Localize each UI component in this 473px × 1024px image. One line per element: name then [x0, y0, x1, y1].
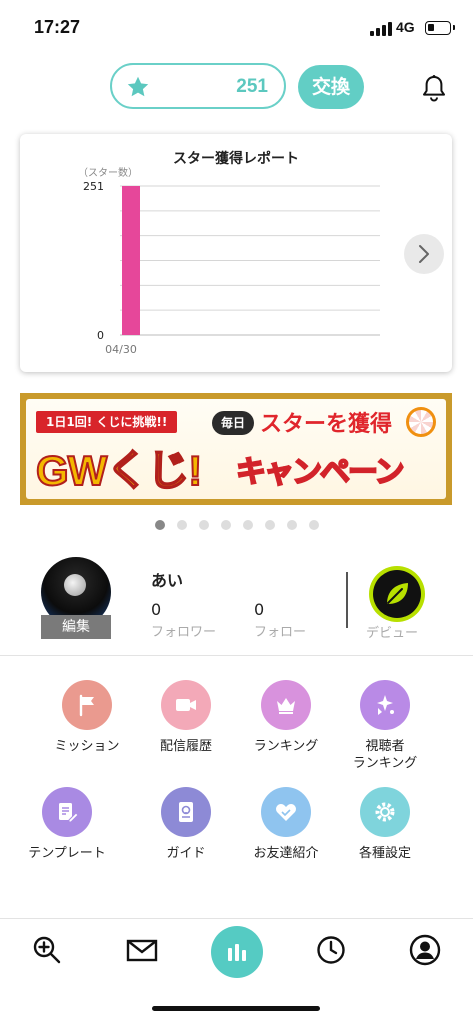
following-count: 0	[254, 600, 265, 619]
network-type: 4G	[396, 19, 415, 35]
section-divider	[0, 655, 473, 656]
menu-label: テンプレート	[28, 846, 106, 861]
crown-icon	[261, 680, 311, 730]
banner-gw-title: GWくじ!	[35, 446, 203, 495]
bar-chart-icon	[228, 944, 246, 961]
menu-mission[interactable]: ミッション	[32, 680, 142, 755]
x-tick-label: 04/30	[105, 343, 137, 356]
star-report-card: スター獲得レポート （スター数） 251 0 04/30	[20, 134, 452, 372]
y-tick-label: 251	[83, 180, 104, 193]
menu-guide[interactable]: ガイド	[131, 787, 241, 862]
mail-icon[interactable]	[126, 934, 158, 966]
following-stat[interactable]: 0 フォロー	[254, 600, 306, 640]
menu-label: ランキング	[253, 739, 319, 754]
leaf-icon	[387, 583, 408, 604]
video-camera-icon	[161, 680, 211, 730]
gw-lottery-banner[interactable]: 1日1回! くじに挑戦!! 毎日 スターを獲得 GWくじ! キャンペーン	[20, 393, 452, 505]
bottom-nav-divider	[0, 918, 473, 919]
followers-stat[interactable]: 0 フォロワー	[151, 600, 216, 640]
menu-label: 配信履歴	[159, 739, 212, 754]
debut-label: デビュー	[366, 626, 419, 641]
menu-template[interactable]: テンプレート	[12, 787, 122, 862]
y-tick-label: 0	[97, 329, 104, 342]
home-indicator	[152, 1006, 320, 1011]
followers-label: フォロワー	[151, 625, 217, 640]
zoom-plus-icon[interactable]	[31, 934, 63, 966]
edit-profile-button[interactable]: 編集	[41, 615, 111, 639]
status-time: 17:27	[34, 17, 81, 37]
carousel-dot[interactable]	[199, 520, 209, 530]
star-icon	[127, 76, 149, 97]
banner-daily-badge: 毎日	[212, 411, 254, 435]
chevron-right-icon	[419, 245, 429, 263]
chart-bar	[122, 186, 140, 335]
flag-icon	[62, 680, 112, 730]
user-avatar-icon[interactable]	[409, 934, 441, 966]
carousel-dot[interactable]	[265, 520, 275, 530]
profile-divider	[346, 572, 348, 628]
chart-next-button[interactable]	[404, 234, 444, 274]
bell-icon[interactable]	[421, 74, 447, 102]
settings-gear-icon	[360, 787, 410, 837]
carousel-dot[interactable]	[155, 520, 165, 530]
carousel-dot[interactable]	[177, 520, 187, 530]
guide-book-icon	[161, 787, 211, 837]
banner-inner: 1日1回! くじに挑戦!! 毎日 スターを獲得 GWくじ! キャンペーン	[26, 399, 446, 499]
clock-icon[interactable]	[315, 934, 347, 966]
carousel-dot[interactable]	[221, 520, 231, 530]
menu-viewer-ranking[interactable]: 視聴者 ランキング	[330, 680, 440, 772]
status-bar: 17:27 4G	[0, 0, 473, 54]
banner-campaign-text: キャンペーン	[235, 454, 405, 491]
star-report-chart: 251 004/30	[83, 180, 380, 356]
menu-label: ガイド	[166, 846, 206, 861]
carousel-dot[interactable]	[287, 520, 297, 530]
menu-label: ミッション	[54, 739, 120, 754]
handshake-heart-icon	[261, 787, 311, 837]
carousel-dot[interactable]	[243, 520, 253, 530]
username: あい	[151, 571, 184, 590]
menu-settings[interactable]: 各種設定	[330, 787, 440, 862]
battery-icon	[425, 21, 455, 35]
menu-label: 視聴者 ランキング	[352, 739, 418, 771]
menu-label: お友達紹介	[253, 846, 319, 861]
banner-headline: スターを獲得	[260, 412, 393, 437]
roulette-wheel-icon	[406, 407, 436, 437]
star-count: 251	[236, 76, 268, 97]
followers-count: 0	[151, 600, 162, 619]
menu-label: 各種設定	[358, 846, 411, 861]
menu-broadcast-history[interactable]: 配信履歴	[131, 680, 241, 755]
debut-leaf-icon[interactable]	[369, 566, 425, 622]
carousel-dot[interactable]	[309, 520, 319, 530]
star-balance-pill[interactable]: 251	[110, 63, 286, 109]
sparkle-ranking-icon	[360, 680, 410, 730]
stats-nav-button[interactable]	[211, 926, 263, 978]
banner-tag: 1日1回! くじに挑戦!!	[36, 411, 178, 433]
menu-friend-referral[interactable]: お友達紹介	[231, 787, 341, 862]
exchange-button[interactable]: 交換	[298, 65, 364, 109]
template-icon	[42, 787, 92, 837]
menu-ranking[interactable]: ランキング	[231, 680, 341, 755]
following-label: フォロー	[254, 625, 307, 640]
signal-icon	[370, 22, 392, 36]
moon-image	[64, 574, 86, 596]
